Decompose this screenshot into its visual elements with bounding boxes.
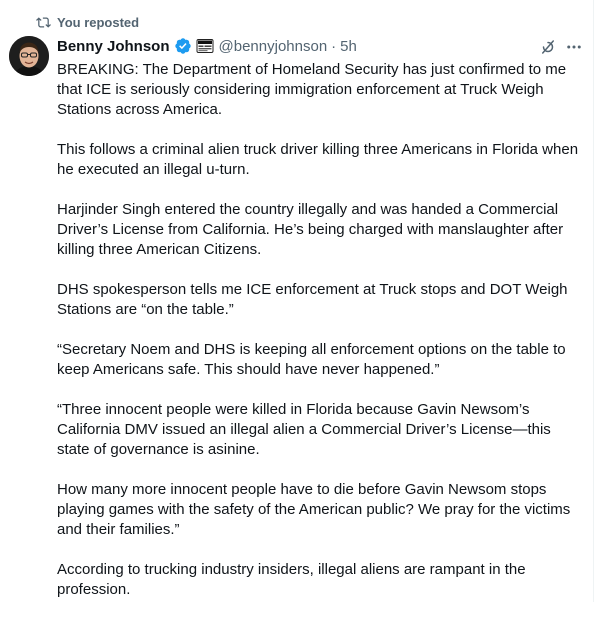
affiliate-badge-icon[interactable] <box>196 37 214 55</box>
more-options-icon[interactable] <box>562 37 586 57</box>
column-border <box>593 0 594 602</box>
author-handle[interactable]: @bennyjohnson <box>219 38 328 55</box>
tweet-header: Benny Johnson @bennyjohnson · 5h <box>57 36 578 56</box>
author-name[interactable]: Benny Johnson <box>57 38 170 55</box>
separator-dot: · <box>331 37 337 55</box>
repost-label: You reposted <box>57 14 140 30</box>
avatar[interactable] <box>9 36 49 76</box>
tweet-paragraph: “Three innocent people were killed in Fl… <box>57 401 551 458</box>
repost-icon <box>36 16 51 28</box>
verified-badge-icon[interactable] <box>174 37 192 55</box>
tweet-text: BREAKING: The Department of Homeland Sec… <box>57 60 582 620</box>
tweet-timestamp[interactable]: 5h <box>340 38 357 55</box>
repost-context[interactable]: You reposted <box>36 13 139 31</box>
tweet-paragraph: DHS spokesperson tells me ICE enforcemen… <box>57 281 568 318</box>
tweet-paragraph: How many more innocent people have to di… <box>57 481 571 538</box>
grok-icon[interactable] <box>538 37 558 57</box>
tweet-paragraph: “Secretary Noem and DHS is keeping all e… <box>57 341 566 378</box>
tweet-paragraph: Harjinder Singh entered the country ille… <box>57 201 564 258</box>
tweet-paragraph: According to trucking industry insiders,… <box>57 561 526 598</box>
tweet-paragraph: BREAKING: The Department of Homeland Sec… <box>57 61 567 118</box>
avatar-image <box>9 36 49 76</box>
tweet-paragraph: This follows a criminal alien truck driv… <box>57 141 579 178</box>
